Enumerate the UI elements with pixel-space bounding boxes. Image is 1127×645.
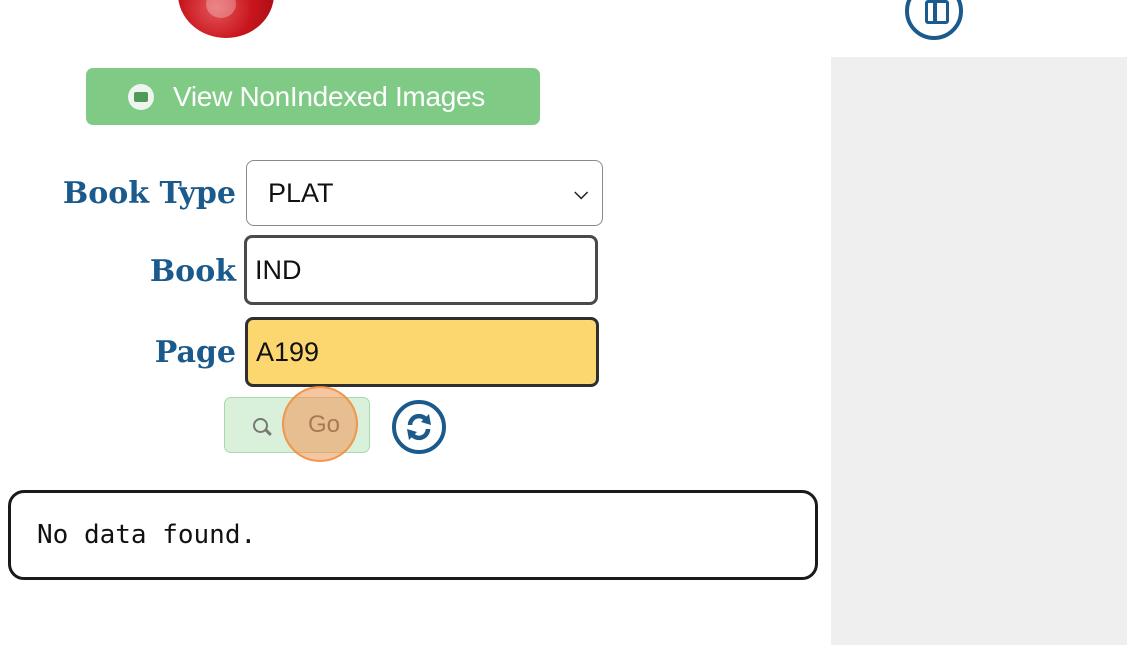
chevron-down-icon: ⌵ (574, 182, 588, 203)
go-button[interactable]: Go (224, 397, 370, 453)
search-icon (253, 417, 268, 433)
page-input[interactable] (245, 317, 599, 387)
book-icon[interactable] (905, 0, 963, 40)
refresh-icon (407, 413, 431, 441)
book-type-select[interactable]: PLAT ⌵ (246, 160, 603, 226)
go-button-label: Go (308, 411, 341, 438)
book-input[interactable] (244, 235, 598, 305)
view-nonindexed-images-label: View NonIndexed Images (173, 80, 485, 112)
no-data-message: No data found. (37, 520, 257, 550)
view-nonindexed-images-button[interactable]: View NonIndexed Images (86, 68, 540, 125)
results-message-box: No data found. (8, 490, 818, 580)
page-label: Page (154, 335, 236, 370)
logo-image (178, 0, 274, 38)
right-panel (831, 57, 1127, 645)
folder-icon (128, 83, 154, 110)
book-type-selected-value: PLAT (268, 177, 334, 208)
book-label: Book (149, 254, 236, 289)
book-type-label: Book Type (62, 176, 236, 211)
refresh-button[interactable] (392, 400, 446, 454)
